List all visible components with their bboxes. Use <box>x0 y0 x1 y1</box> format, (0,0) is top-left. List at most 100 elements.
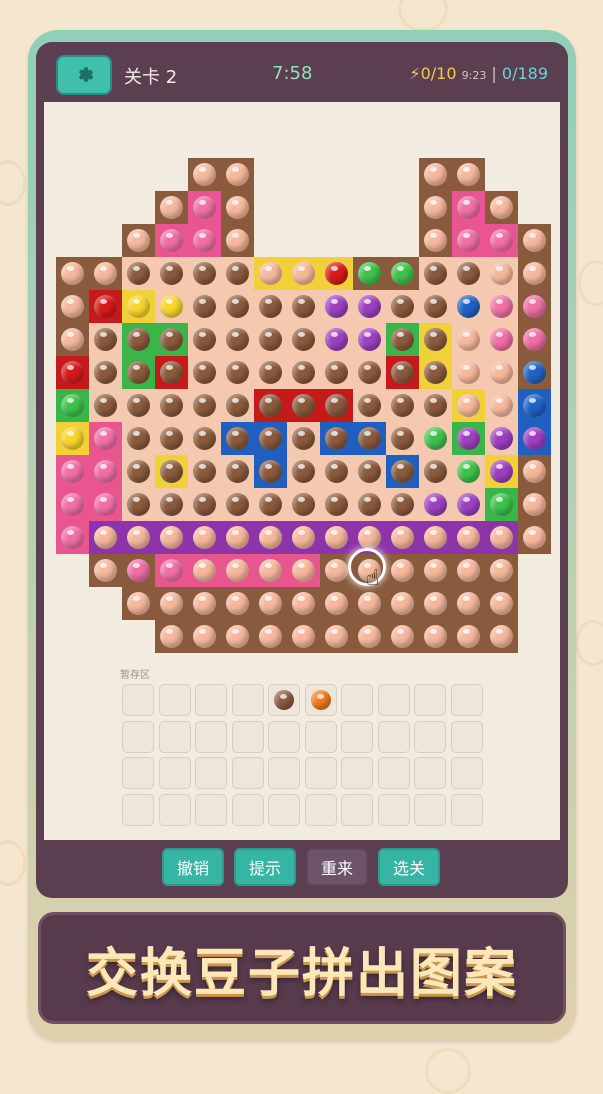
holding-slot[interactable] <box>377 720 410 753</box>
board-cell[interactable] <box>452 587 485 620</box>
board-cell[interactable] <box>386 620 419 653</box>
settings-button[interactable] <box>56 55 112 95</box>
board-cell[interactable] <box>287 422 320 455</box>
board-cell[interactable] <box>188 158 221 191</box>
holding-slot[interactable] <box>231 793 264 826</box>
board-cell[interactable] <box>485 290 518 323</box>
board-cell[interactable] <box>287 455 320 488</box>
board-cell[interactable] <box>254 356 287 389</box>
board-cell[interactable] <box>188 521 221 554</box>
board-cell[interactable] <box>254 389 287 422</box>
board-cell[interactable] <box>320 620 353 653</box>
board-cell[interactable] <box>320 587 353 620</box>
board-cell[interactable] <box>485 257 518 290</box>
holding-slot[interactable] <box>195 720 227 753</box>
holding-slot[interactable] <box>195 757 227 789</box>
board-cell[interactable] <box>419 488 452 521</box>
board-cell[interactable] <box>122 488 155 521</box>
board-cell[interactable] <box>419 356 452 389</box>
board-cell[interactable] <box>518 521 551 554</box>
board-cell[interactable] <box>452 257 485 290</box>
board-cell[interactable] <box>287 521 320 554</box>
board-cell[interactable] <box>122 455 155 488</box>
board-cell[interactable] <box>89 290 122 323</box>
board-cell[interactable] <box>386 455 419 488</box>
board-cell[interactable] <box>320 356 353 389</box>
holding-slot[interactable] <box>450 684 483 716</box>
board-cell[interactable] <box>287 488 320 521</box>
board-cell[interactable] <box>452 224 485 257</box>
holding-slot[interactable] <box>268 793 300 826</box>
board-cell[interactable] <box>89 422 122 455</box>
holding-slot[interactable] <box>377 793 410 826</box>
board-cell[interactable] <box>221 191 254 224</box>
board-cell[interactable] <box>485 323 518 356</box>
board-cell[interactable] <box>353 290 386 323</box>
board-cell[interactable] <box>419 323 452 356</box>
board-cell[interactable] <box>89 323 122 356</box>
board-cell[interactable] <box>56 257 89 290</box>
board-cell[interactable] <box>485 521 518 554</box>
board-cell[interactable] <box>254 455 287 488</box>
board-cell[interactable] <box>254 620 287 653</box>
board-cell[interactable] <box>452 455 485 488</box>
holding-slot[interactable] <box>304 793 337 826</box>
board-cell[interactable] <box>320 521 353 554</box>
board-cell[interactable] <box>386 389 419 422</box>
board-cell[interactable] <box>221 455 254 488</box>
board-cell[interactable] <box>221 224 254 257</box>
holding-slot[interactable] <box>341 757 373 789</box>
board-cell[interactable] <box>419 422 452 455</box>
board-cell[interactable] <box>485 587 518 620</box>
board-cell[interactable] <box>518 224 551 257</box>
board-cell[interactable] <box>353 620 386 653</box>
board-cell[interactable] <box>56 455 89 488</box>
board-cell[interactable] <box>221 389 254 422</box>
board-cell[interactable] <box>155 422 188 455</box>
board-cell[interactable] <box>320 455 353 488</box>
board-cell[interactable] <box>188 455 221 488</box>
holding-slot[interactable] <box>304 757 337 789</box>
board-cell[interactable] <box>254 521 287 554</box>
board-cell[interactable] <box>485 422 518 455</box>
board-cell[interactable] <box>518 488 551 521</box>
holding-slot[interactable] <box>414 757 446 789</box>
board-cell[interactable] <box>386 290 419 323</box>
board-cell[interactable] <box>155 290 188 323</box>
board-cell[interactable] <box>221 587 254 620</box>
board-cell[interactable] <box>221 356 254 389</box>
board-cell[interactable] <box>419 587 452 620</box>
board-cell[interactable] <box>188 290 221 323</box>
board-cell[interactable] <box>386 521 419 554</box>
board-cell[interactable] <box>287 389 320 422</box>
holding-slot[interactable] <box>195 684 227 716</box>
board-cell[interactable] <box>122 389 155 422</box>
holding-slot[interactable] <box>450 793 483 826</box>
board-cell[interactable] <box>89 521 122 554</box>
holding-slot[interactable] <box>122 720 154 753</box>
board-cell[interactable] <box>485 455 518 488</box>
board-cell[interactable] <box>419 620 452 653</box>
board-cell[interactable] <box>419 158 452 191</box>
holding-slot[interactable] <box>268 757 300 789</box>
board-cell[interactable] <box>122 323 155 356</box>
board-cell[interactable] <box>155 587 188 620</box>
holding-slot[interactable] <box>341 720 373 753</box>
board-cell[interactable] <box>221 290 254 323</box>
board-cell[interactable] <box>452 290 485 323</box>
board-cell[interactable] <box>122 356 155 389</box>
board-cell[interactable] <box>254 422 287 455</box>
board-cell[interactable] <box>353 389 386 422</box>
board-cell[interactable] <box>56 488 89 521</box>
board-cell[interactable] <box>89 455 122 488</box>
board-cell[interactable] <box>56 356 89 389</box>
board-cell[interactable] <box>155 620 188 653</box>
holding-slot[interactable] <box>158 684 191 716</box>
holding-slot[interactable] <box>377 684 410 716</box>
board-cell[interactable] <box>419 389 452 422</box>
board-cell[interactable] <box>386 488 419 521</box>
holding-slot[interactable] <box>450 757 483 789</box>
board-cell[interactable] <box>122 257 155 290</box>
board-cell[interactable] <box>518 323 551 356</box>
board-cell[interactable] <box>386 323 419 356</box>
